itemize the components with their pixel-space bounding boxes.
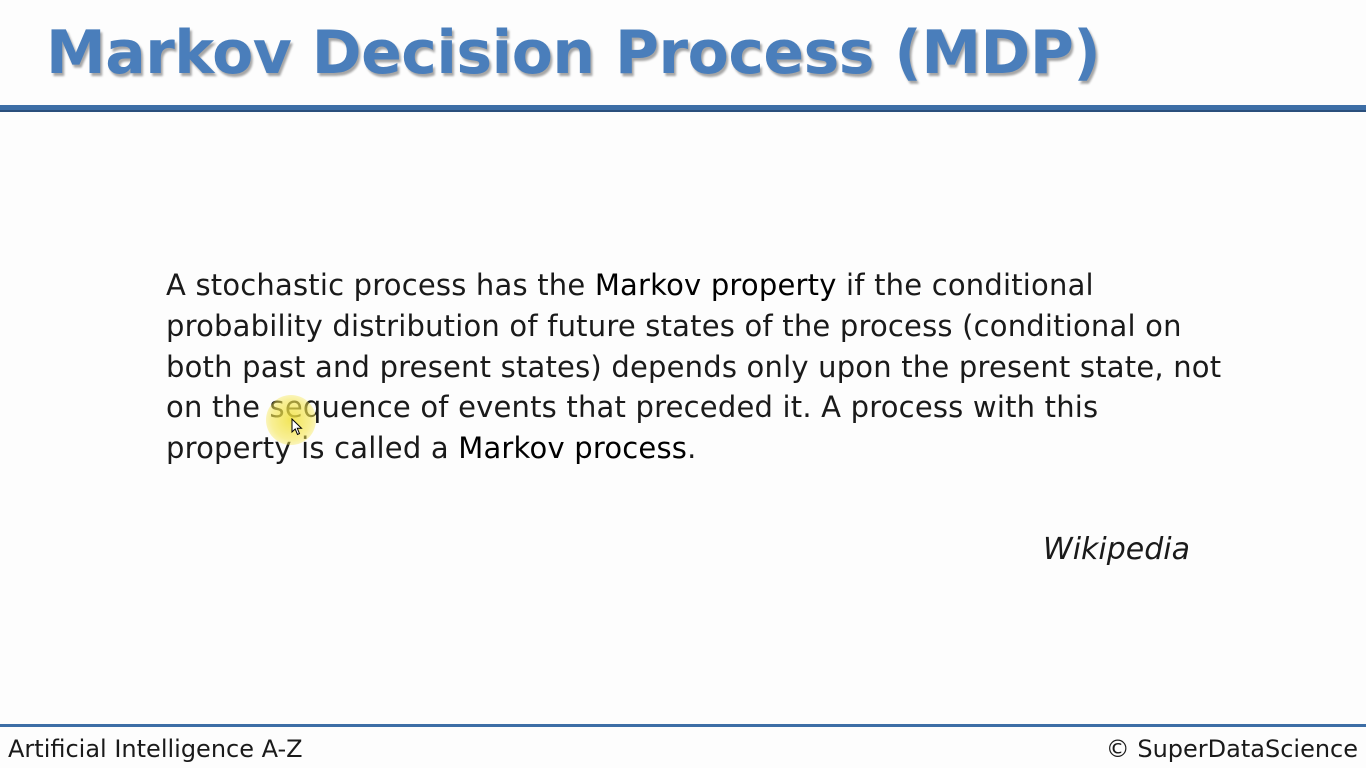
copyright-notice: © SuperDataScience: [1105, 735, 1358, 763]
source-attribution: Wikipedia: [1043, 532, 1190, 567]
slide: Markov Decision Process (MDP) A stochast…: [0, 0, 1366, 768]
definition-text-1: A stochastic process has the: [166, 268, 595, 302]
footer-divider: [0, 724, 1366, 727]
markov-process-term: Markov process: [458, 431, 688, 466]
definition-paragraph: A stochastic process has the Markov prop…: [166, 265, 1226, 469]
course-name: Artificial Intelligence A-Z: [8, 735, 303, 763]
title-divider: [0, 105, 1366, 112]
slide-title: Markov Decision Process (MDP): [46, 18, 1101, 88]
definition-text-3: .: [687, 431, 697, 466]
mouse-pointer-icon: [291, 418, 303, 436]
markov-property-term: Markov property: [594, 268, 837, 302]
